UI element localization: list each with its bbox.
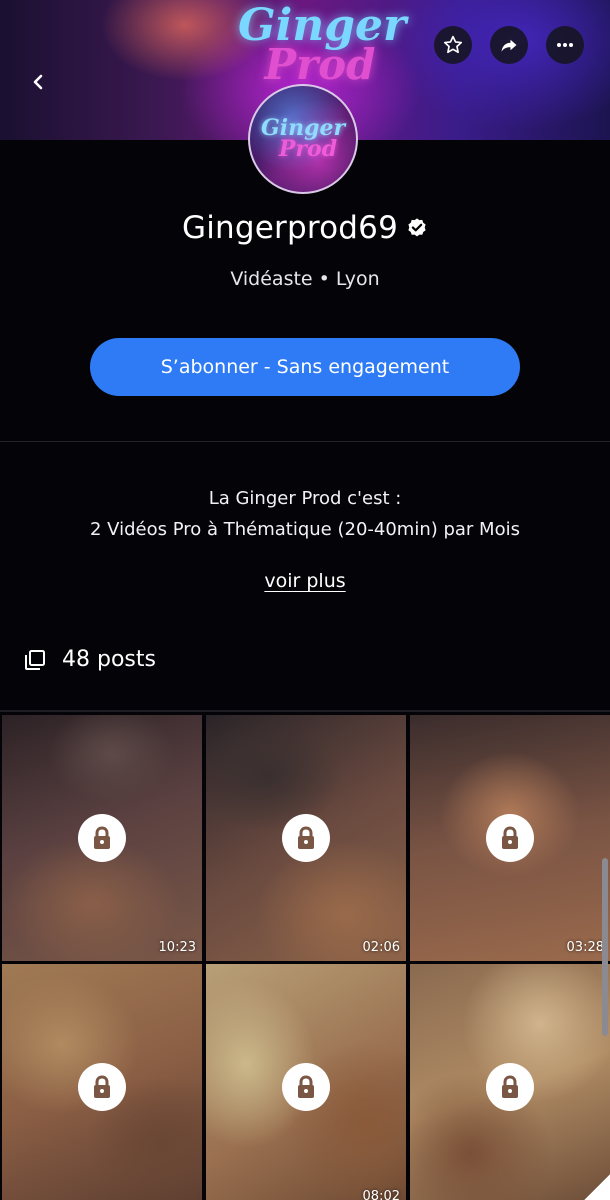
section-divider <box>0 441 610 442</box>
bio-line-2: 2 Vidéos Pro à Thématique (20-40min) par… <box>90 519 520 540</box>
verified-badge-icon <box>408 218 426 237</box>
lock-icon <box>502 1075 518 1098</box>
more-options-button[interactable] <box>546 26 584 64</box>
lock-icon <box>298 826 314 849</box>
posts-count: 48 posts <box>62 647 156 672</box>
post-tile[interactable]: 03:28 <box>410 715 610 961</box>
post-tile[interactable]: 02:06 <box>206 715 406 961</box>
see-more-link[interactable]: voir plus <box>0 570 610 592</box>
share-button[interactable] <box>490 26 528 64</box>
posts-header: 48 posts <box>24 647 156 672</box>
banner-logo-line2: Prod <box>264 39 376 89</box>
avatar-logo-line2: Prod <box>278 136 338 162</box>
lock-badge <box>282 1063 330 1111</box>
post-tile[interactable] <box>410 964 610 1200</box>
post-duration: 02:06 <box>362 940 400 955</box>
lock-icon <box>94 826 110 849</box>
lock-icon <box>94 1075 110 1098</box>
lock-badge <box>282 814 330 862</box>
bio-line-1: La Ginger Prod c'est : <box>208 488 402 509</box>
chevron-left-icon <box>33 74 43 90</box>
lock-badge <box>78 1063 126 1111</box>
posts-divider <box>0 710 610 712</box>
star-icon <box>443 35 463 54</box>
lock-badge <box>486 814 534 862</box>
post-duration: 10:23 <box>158 940 196 955</box>
avatar[interactable]: Ginger Prod <box>248 84 358 194</box>
post-duration: 08:02 <box>362 1189 400 1200</box>
avatar-logo: Ginger Prod <box>261 117 345 162</box>
post-tile[interactable] <box>2 964 202 1200</box>
profile-name: Gingerprod69 <box>181 210 398 246</box>
post-tile[interactable]: 10:23 <box>2 715 202 961</box>
creator-profile-page: Ginger Prod Ginger Prod Gingerprod69 Vid… <box>0 0 610 1200</box>
lock-icon <box>502 826 518 849</box>
posts-stack-icon <box>25 649 45 670</box>
profile-bio: La Ginger Prod c'est : 2 Vidéos Pro à Th… <box>0 483 610 545</box>
more-icon <box>557 43 573 47</box>
post-tile[interactable]: 08:02 <box>206 964 406 1200</box>
banner-logo: Ginger Prod <box>238 4 406 89</box>
subscribe-button[interactable]: S’abonner - Sans engagement <box>90 338 520 396</box>
back-button[interactable] <box>22 66 54 98</box>
scrollbar-thumb[interactable] <box>602 858 608 1036</box>
lock-icon <box>298 1075 314 1098</box>
lock-badge <box>486 1063 534 1111</box>
share-icon <box>501 39 517 52</box>
lock-badge <box>78 814 126 862</box>
profile-subtitle: Vidéaste • Lyon <box>230 268 380 290</box>
corner-badge-icon <box>584 1174 610 1200</box>
profile-name-row: Gingerprod69 <box>0 210 610 246</box>
post-duration: 03:28 <box>566 940 604 955</box>
favorite-button[interactable] <box>434 26 472 64</box>
